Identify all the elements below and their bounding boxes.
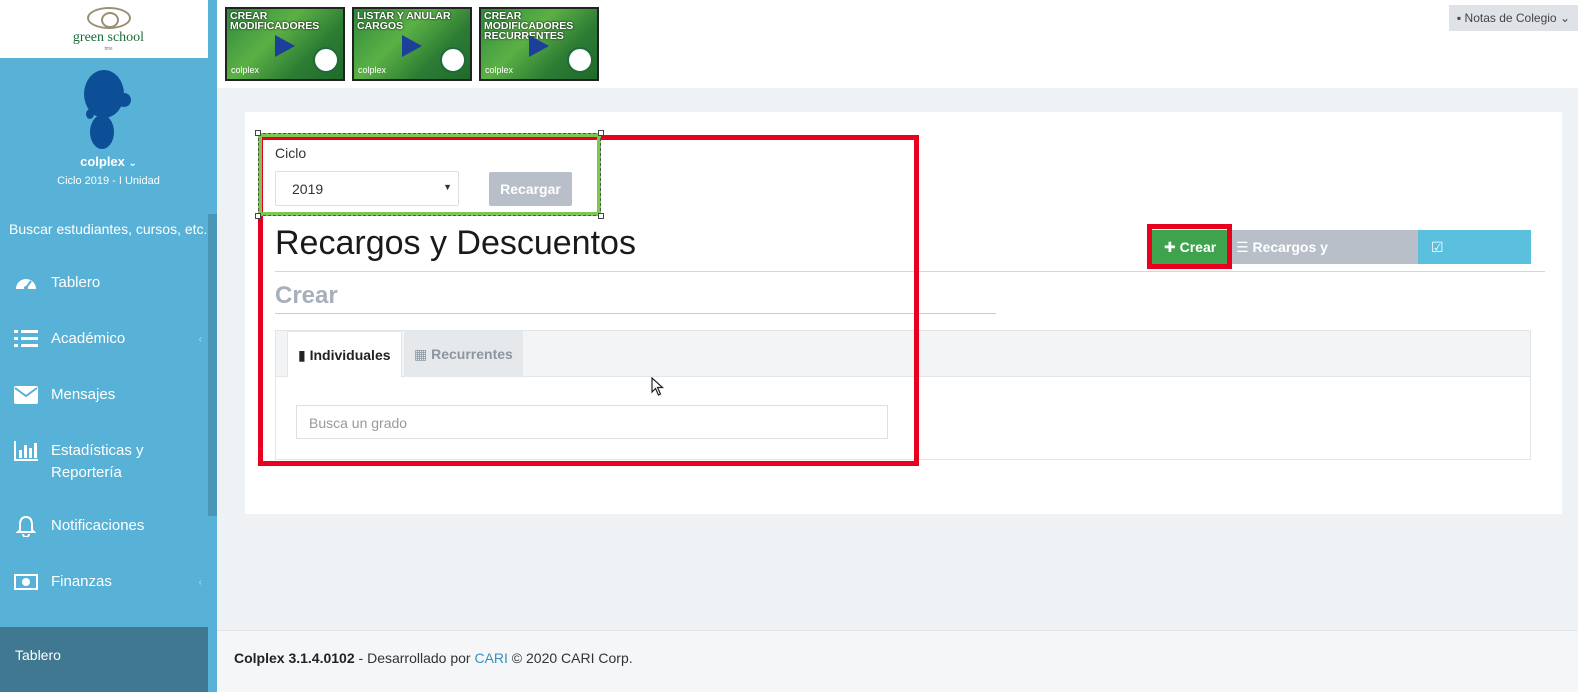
footer-copyright: © 2020 CARI Corp. xyxy=(507,650,633,666)
video-brand: colplex xyxy=(231,65,260,75)
logo-text: green school xyxy=(72,29,145,45)
footer: Colplex 3.1.4.0102 - Desarrollado por CA… xyxy=(217,630,1578,692)
sidebar-item-label: Tablero xyxy=(51,274,101,291)
video-brand: colplex xyxy=(358,65,387,75)
video-thumbnail[interactable]: CREAR MODIFICADORES colplex xyxy=(225,7,345,81)
logo-subtext: tms xyxy=(104,45,113,52)
sidebar-item-estadisticas[interactable]: Estadísticas y Reportería xyxy=(0,440,208,515)
list-button-label: Recargos y Descuentos xyxy=(1236,239,1328,289)
sidebar-nav: Tablero Académico ‹ Mensajes Estadística… xyxy=(0,272,208,627)
school-seal-icon xyxy=(567,47,593,73)
mouse-cursor-icon xyxy=(651,377,665,396)
list-icon: ☰ xyxy=(1236,239,1249,255)
avatar-area xyxy=(0,58,217,150)
sidebar-item-label: Finanzas xyxy=(51,573,112,590)
notes-button-label: Notas de Colegio xyxy=(1464,11,1557,25)
money-icon xyxy=(14,571,38,593)
chevron-down-icon: ⌄ xyxy=(128,158,137,169)
resize-handle[interactable] xyxy=(255,213,261,219)
sidebar-item-notificaciones[interactable]: Notificaciones xyxy=(0,515,208,571)
highlight-box-create xyxy=(1147,224,1232,269)
video-thumbnail[interactable]: CREAR MODIFICADORES RECURRENTES colplex xyxy=(479,7,599,81)
school-notes-button[interactable]: ▪ Notas de Colegio ⌄ xyxy=(1448,5,1578,31)
sidebar-item-label: Académico xyxy=(51,330,126,347)
video-thumbnails-bar: CREAR MODIFICADORES colplex LISTAR Y ANU… xyxy=(217,0,1578,88)
list-numbered-icon xyxy=(14,328,38,350)
sidebar-item-tablero[interactable]: Tablero xyxy=(0,272,208,328)
envelope-icon xyxy=(14,384,38,406)
user-cycle: Ciclo 2019 - I Unidad xyxy=(57,175,160,187)
school-seal-icon xyxy=(313,47,339,73)
footer-developed-by: - Desarrollado por xyxy=(354,650,475,666)
bell-icon xyxy=(14,515,38,537)
resize-handle[interactable] xyxy=(598,213,604,219)
requests-button-label: Solicitudes xyxy=(1431,273,1506,289)
sidebar-item-finanzas[interactable]: Finanzas ‹ xyxy=(0,571,208,627)
chevron-down-icon: ⌄ xyxy=(1559,11,1570,25)
sidebar-item-label: Estadísticas y Reportería xyxy=(51,442,144,481)
logo-emblem-icon xyxy=(86,6,131,29)
play-icon xyxy=(275,35,295,57)
footer-version: Colplex 3.1.4.0102 xyxy=(234,650,355,666)
user-name: colplex xyxy=(80,154,125,169)
resize-handle[interactable] xyxy=(255,130,261,136)
avatar[interactable] xyxy=(80,70,136,150)
requests-button[interactable]: ☑ Solicitudes xyxy=(1418,230,1531,289)
note-icon: ▪ xyxy=(1456,11,1462,25)
school-seal-icon xyxy=(440,47,466,73)
sidebar-scrollbar[interactable] xyxy=(208,214,217,516)
school-logo[interactable]: green school tms xyxy=(0,0,217,58)
sidebar-item-academico[interactable]: Académico ‹ xyxy=(0,328,208,384)
play-icon xyxy=(529,35,549,57)
chevron-left-icon: ‹ xyxy=(198,577,202,588)
selection-outline xyxy=(258,133,601,216)
sidebar-bottom-tablero[interactable]: Tablero xyxy=(0,627,208,692)
chevron-left-icon: ‹ xyxy=(198,334,202,345)
check-square-icon: ☑ xyxy=(1431,239,1444,255)
bar-chart-icon xyxy=(14,440,38,462)
sidebar-item-label: Notificaciones xyxy=(51,517,145,534)
video-title: CREAR MODIFICADORES xyxy=(230,10,320,32)
sidebar: green school tms colplex ⌄ Ciclo 2019 - … xyxy=(0,0,217,692)
user-menu[interactable]: colplex ⌄ xyxy=(0,154,217,169)
play-icon xyxy=(402,35,422,57)
video-brand: colplex xyxy=(485,65,514,75)
sidebar-item-mensajes[interactable]: Mensajes xyxy=(0,384,208,440)
video-title: LISTAR Y ANULAR CARGOS xyxy=(357,10,451,32)
footer-company-link[interactable]: CARI xyxy=(474,650,507,666)
video-thumbnail[interactable]: LISTAR Y ANULAR CARGOS colplex xyxy=(352,7,472,81)
resize-handle[interactable] xyxy=(598,130,604,136)
sidebar-item-label: Mensajes xyxy=(51,386,116,403)
list-charges-button[interactable]: ☰ Recargos y Descuentos xyxy=(1228,230,1418,289)
dashboard-icon xyxy=(14,272,38,294)
sidebar-search-input[interactable]: Buscar estudiantes, cursos, etc... xyxy=(0,221,208,237)
